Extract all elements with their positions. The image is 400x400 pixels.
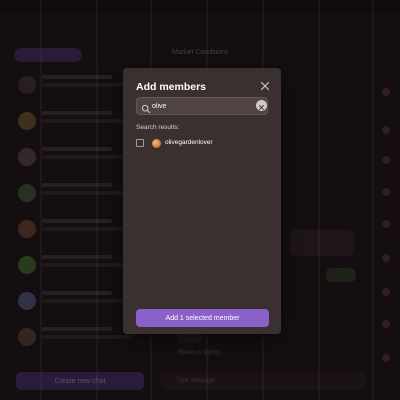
search-result-item[interactable]: olivegardenlover [136,138,268,150]
member-checkbox[interactable] [136,139,144,147]
close-icon[interactable] [259,79,271,91]
result-username: olivegardenlover [165,139,213,146]
add-members-dialog: Add members Search results: olivegardenl… [123,68,281,334]
dialog-title: Add members [136,81,207,93]
add-selected-members-button[interactable]: Add 1 selected member [136,309,269,327]
member-search-box[interactable] [136,97,268,115]
search-input[interactable] [152,100,252,112]
search-icon [141,101,151,114]
avatar [152,139,161,148]
search-results-label: Search results: [136,124,180,131]
clear-icon[interactable] [256,100,267,111]
